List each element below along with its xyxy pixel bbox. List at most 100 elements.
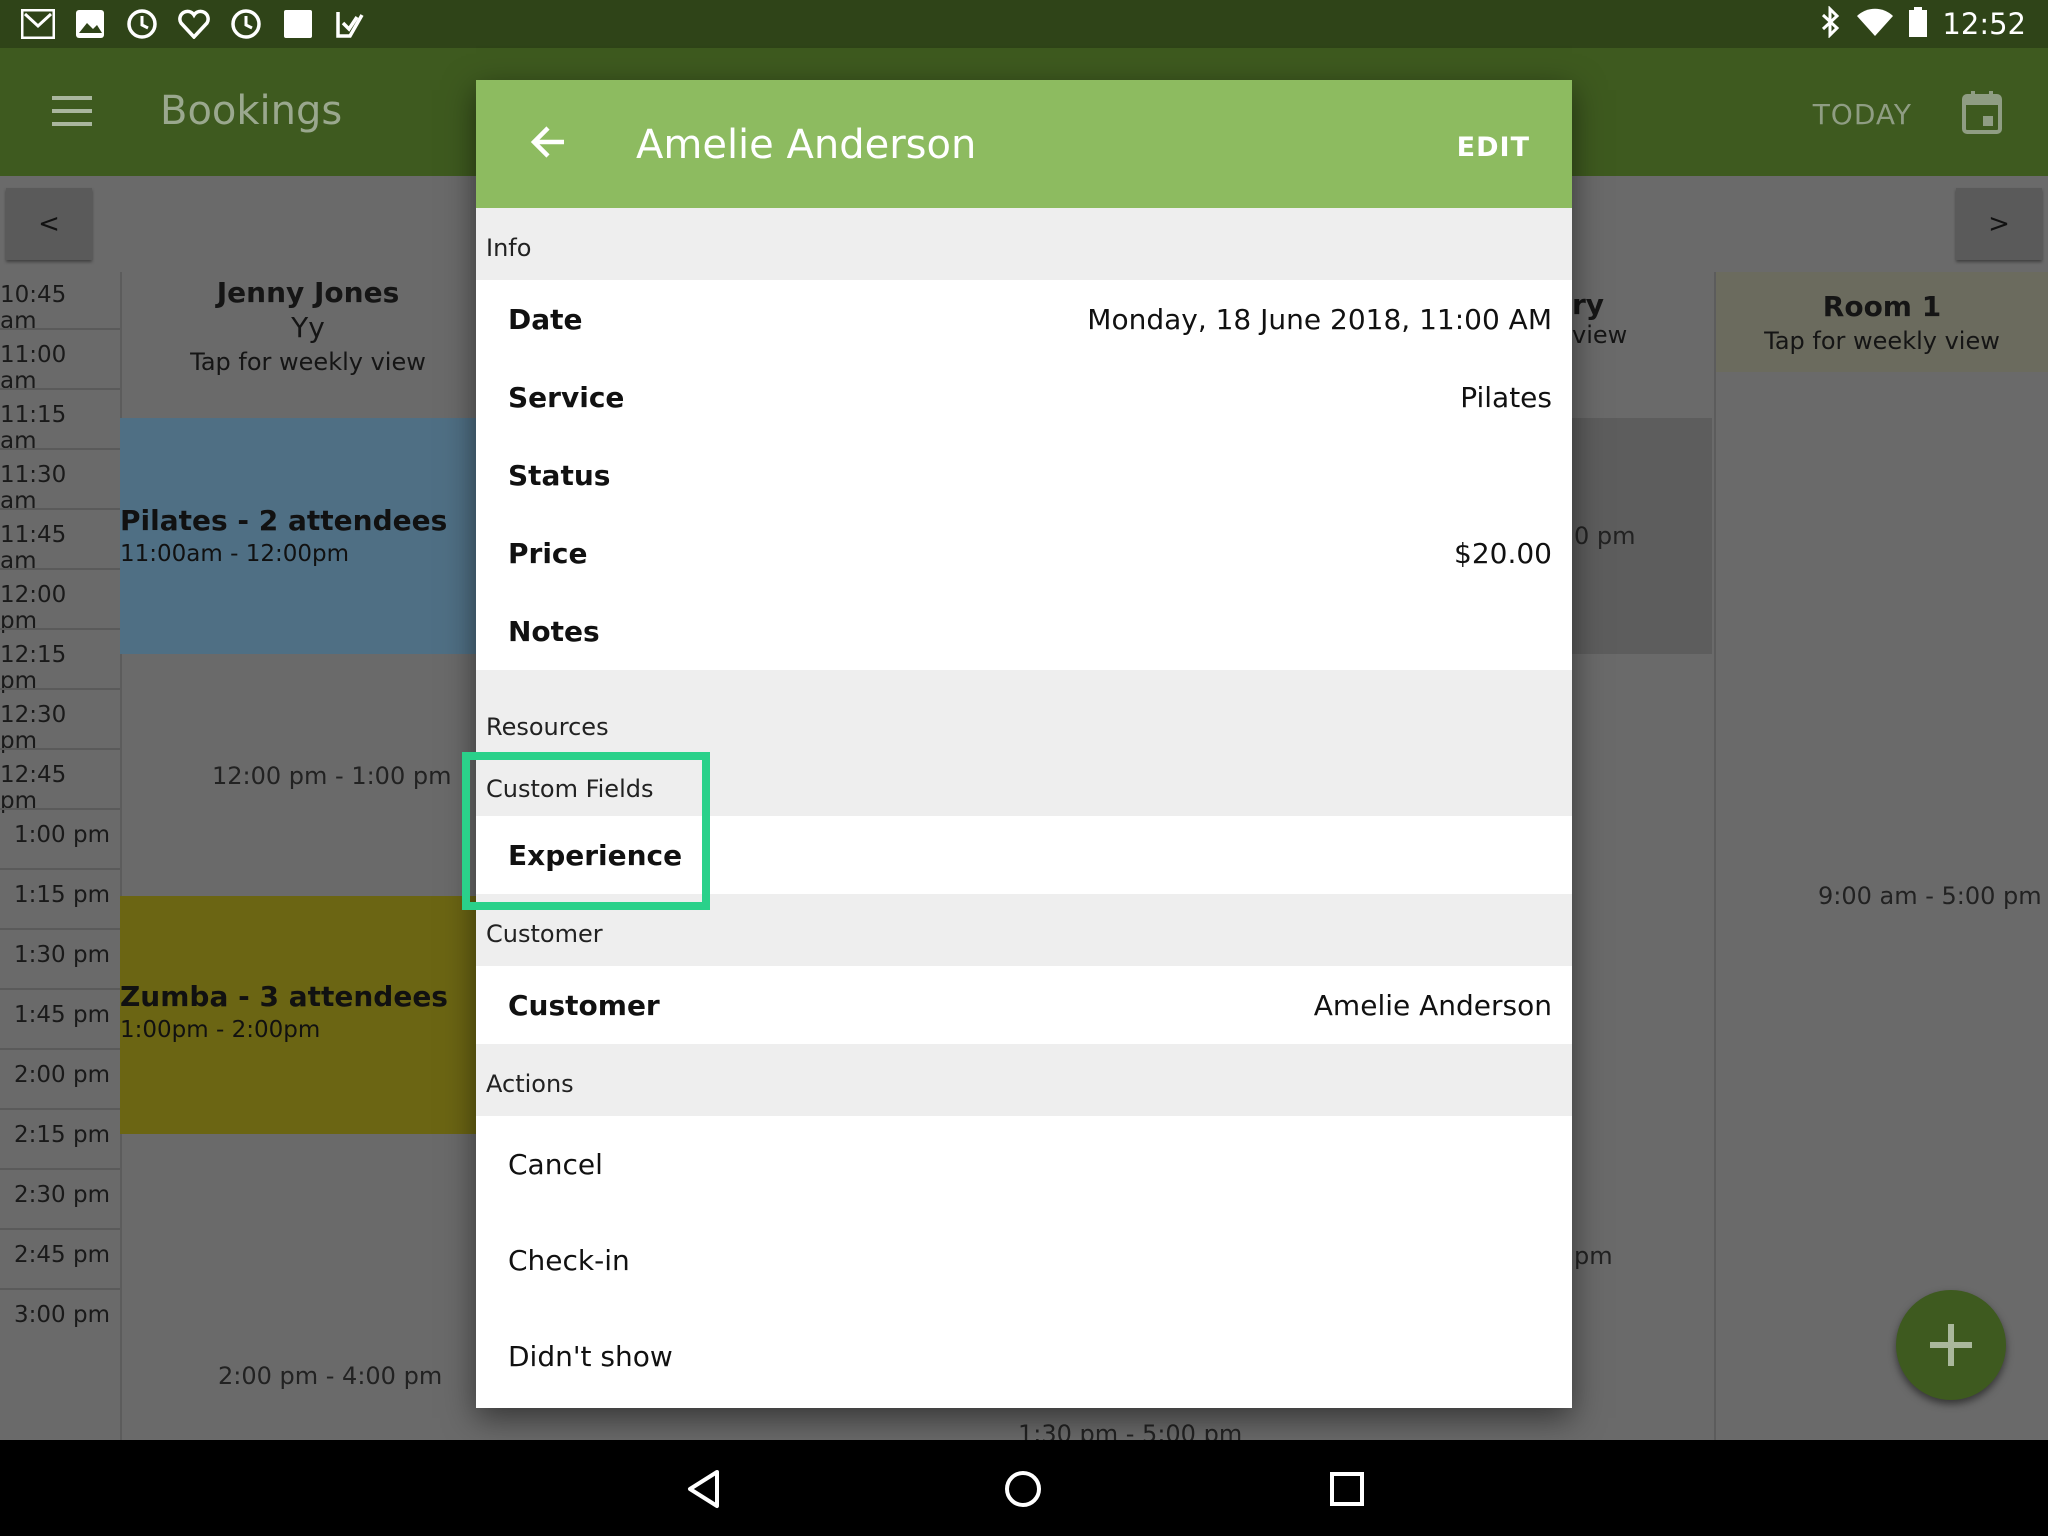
time-label: 2:45 pm xyxy=(14,1242,110,1268)
time-label: 1:30 pm xyxy=(14,942,110,968)
time-label: 11:00 am xyxy=(0,342,67,394)
alarm-icon xyxy=(228,6,264,42)
time-divider xyxy=(0,748,120,750)
app-title: Bookings xyxy=(160,88,343,134)
time-divider xyxy=(0,1108,120,1110)
time-divider xyxy=(0,448,120,450)
column-header-name-line2: Yy xyxy=(291,311,325,344)
booking-details-dialog: Amelie Anderson EDIT Info Date Monday, 18… xyxy=(476,80,1572,1408)
column-header-name: Jenny Jones xyxy=(216,276,400,309)
event-title: Zumba - 3 attendees xyxy=(120,980,448,1013)
detail-row-status[interactable]: Status xyxy=(476,436,1572,514)
column-divider xyxy=(1714,272,1716,1440)
recents-nav-icon[interactable] xyxy=(1324,1466,1370,1512)
column-header-name: ry xyxy=(1572,288,1605,321)
section-header-actions: Actions xyxy=(476,1044,1572,1116)
event-time: 11:00am - 12:00pm xyxy=(120,541,349,567)
heart-icon xyxy=(176,6,212,42)
detail-row-price[interactable]: Price $20.00 xyxy=(476,514,1572,592)
time-divider xyxy=(0,508,120,510)
detail-value: Amelie Anderson xyxy=(1313,988,1552,1022)
detail-row-customer[interactable]: Customer Amelie Anderson xyxy=(476,966,1572,1044)
bluetooth-icon xyxy=(1820,5,1842,42)
time-divider xyxy=(0,388,120,390)
status-bar: 12:52 xyxy=(0,0,2048,48)
detail-label: Customer xyxy=(508,988,660,1022)
detail-value: Monday, 18 June 2018, 11:00 AM xyxy=(1087,302,1552,336)
action-check-in[interactable]: Check-in xyxy=(476,1212,1572,1308)
slot-time: 1:30 pm - 5:00 pm xyxy=(1018,1420,1243,1440)
action-didn-t-show[interactable]: Didn't show xyxy=(476,1308,1572,1404)
time-divider xyxy=(0,868,120,870)
checkmark-icon xyxy=(332,6,368,42)
plus-icon xyxy=(1930,1324,1972,1366)
hamburger-menu-icon[interactable] xyxy=(52,96,92,128)
column-header-subtitle: Tap for weekly view xyxy=(190,348,426,376)
event-time: 1:00pm - 2:00pm xyxy=(120,1017,321,1043)
add-booking-button[interactable] xyxy=(1896,1290,2006,1400)
slot-time[interactable]: 12:00 pm - 1:00 pm xyxy=(212,762,451,790)
custom-fields-highlight xyxy=(462,752,710,910)
column-header-subtitle: Tap for weekly view xyxy=(1764,327,2000,355)
time-divider xyxy=(0,628,120,630)
event-title: Pilates - 2 attendees xyxy=(120,504,448,537)
time-label: 10:45 am xyxy=(0,282,67,334)
detail-label: Service xyxy=(508,380,625,414)
next-day-button[interactable]: > xyxy=(1956,188,2042,260)
time-divider xyxy=(0,1228,120,1230)
back-arrow-icon[interactable] xyxy=(528,122,568,166)
time-label: 2:00 pm xyxy=(14,1062,110,1088)
back-nav-icon[interactable] xyxy=(680,1466,726,1512)
column-header-room-1[interactable]: Room 1 Tap for weekly view xyxy=(1716,290,2048,355)
time-divider xyxy=(0,1288,120,1290)
slot-time: pm xyxy=(1574,1242,1613,1270)
time-label: 11:45 am xyxy=(0,522,67,574)
time-label: 11:30 am xyxy=(0,462,67,514)
battery-icon xyxy=(1908,6,1928,42)
column-header-jenny-jones[interactable]: Jenny Jones Yy Tap for weekly view xyxy=(120,276,496,376)
square-icon xyxy=(280,6,316,42)
slot-time[interactable]: 9:00 am - 5:00 pm xyxy=(1818,882,2042,910)
dialog-header: Amelie Anderson EDIT xyxy=(476,80,1572,208)
section-header-info: Info xyxy=(476,208,1572,280)
today-button[interactable]: TODAY xyxy=(1813,98,1912,131)
home-nav-icon[interactable] xyxy=(1000,1466,1046,1512)
action-cancel[interactable]: Cancel xyxy=(476,1116,1572,1212)
photos-icon xyxy=(72,6,108,42)
time-label: 11:15 am xyxy=(0,402,67,454)
dialog-title: Amelie Anderson xyxy=(636,122,977,168)
previous-day-button[interactable]: < xyxy=(6,188,92,260)
calendar-icon[interactable] xyxy=(1962,90,2002,138)
time-divider xyxy=(0,688,120,690)
customer-rows: Customer Amelie Anderson xyxy=(476,966,1572,1044)
detail-value: Pilates xyxy=(1460,380,1552,414)
time-divider xyxy=(0,928,120,930)
event-pilates[interactable]: Pilates - 2 attendees 11:00am - 12:00pm xyxy=(120,418,480,654)
time-label: 1:15 pm xyxy=(14,882,110,908)
detail-row-notes[interactable]: Notes xyxy=(476,592,1572,670)
notification-icons xyxy=(20,6,368,42)
time-divider xyxy=(0,568,120,570)
event-zumba[interactable]: Zumba - 3 attendees 1:00pm - 2:00pm xyxy=(120,896,480,1134)
time-label: 2:15 pm xyxy=(14,1122,110,1148)
time-divider xyxy=(0,328,120,330)
info-rows: Date Monday, 18 June 2018, 11:00 AM Servic… xyxy=(476,280,1572,670)
detail-row-date[interactable]: Date Monday, 18 June 2018, 11:00 AM xyxy=(476,280,1572,358)
detail-label: Status xyxy=(508,458,611,492)
column-header-subtitle: view xyxy=(1572,321,1628,349)
time-label: 1:00 pm xyxy=(14,822,110,848)
detail-label: Price xyxy=(508,536,588,570)
clock-icon xyxy=(124,6,160,42)
gmail-icon xyxy=(20,6,56,42)
system-navigation-bar xyxy=(0,1440,2048,1536)
detail-value: $20.00 xyxy=(1454,536,1552,570)
status-time: 12:52 xyxy=(1942,7,2026,41)
action-rows: Cancel Check-in Didn't show xyxy=(476,1116,1572,1404)
slot-time[interactable]: 2:00 pm - 4:00 pm xyxy=(218,1362,442,1390)
time-divider xyxy=(0,808,120,810)
time-label: 3:00 pm xyxy=(14,1302,110,1328)
detail-row-service[interactable]: Service Pilates xyxy=(476,358,1572,436)
time-label: 1:45 pm xyxy=(14,1002,110,1028)
column-header-partial[interactable]: ry view xyxy=(1572,288,1628,349)
edit-button[interactable]: EDIT xyxy=(1457,132,1530,163)
